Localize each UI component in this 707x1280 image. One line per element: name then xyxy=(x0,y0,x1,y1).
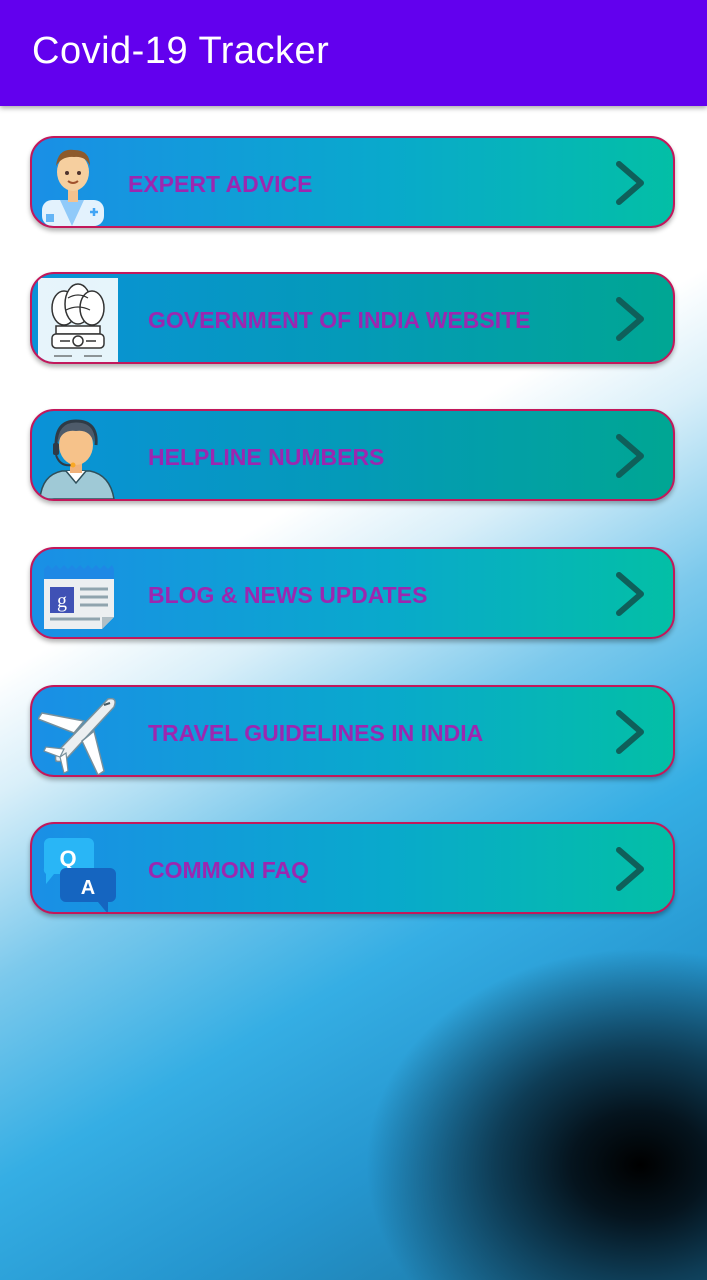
chevron-right-icon xyxy=(613,296,647,342)
menu-card-government-website[interactable]: GOVERNMENT OF INDIA WEBSITE xyxy=(30,272,675,364)
menu-label: GOVERNMENT OF INDIA WEBSITE xyxy=(148,307,531,333)
menu-card-travel-guidelines[interactable]: TRAVEL GUIDELINES IN INDIA xyxy=(30,685,675,777)
chevron-right-icon xyxy=(613,709,647,755)
menu-card-helpline-numbers[interactable]: HELPLINE NUMBERS xyxy=(30,409,675,501)
svg-text:A: A xyxy=(81,877,95,899)
headset-support-icon xyxy=(38,415,118,499)
app-title: Covid-19 Tracker xyxy=(32,30,330,72)
chevron-right-icon xyxy=(613,433,647,479)
qa-icon: Q A xyxy=(38,828,118,912)
menu-label: TRAVEL GUIDELINES IN INDIA xyxy=(148,720,484,746)
menu-label: EXPERT ADVICE xyxy=(128,171,313,197)
svg-text:g: g xyxy=(57,590,67,612)
menu-label: COMMON FAQ xyxy=(148,857,309,883)
news-icon: g xyxy=(38,553,118,637)
doctor-icon xyxy=(38,142,118,226)
chevron-right-icon xyxy=(613,160,647,206)
menu-card-expert-advice[interactable]: EXPERT ADVICE xyxy=(30,136,675,228)
chevron-right-icon xyxy=(613,846,647,892)
menu-label: BLOG & NEWS UPDATES xyxy=(148,582,428,608)
national-emblem-icon xyxy=(38,278,118,362)
menu-label: HELPLINE NUMBERS xyxy=(148,444,385,470)
airplane-icon xyxy=(38,691,118,775)
menu-card-blog-news[interactable]: g BLOG & NEWS UPDATES xyxy=(30,547,675,639)
chevron-right-icon xyxy=(613,571,647,617)
app-bar: Covid-19 Tracker xyxy=(0,0,707,106)
menu-card-common-faq[interactable]: Q A COMMON FAQ xyxy=(30,822,675,914)
svg-text:Q: Q xyxy=(59,846,76,871)
